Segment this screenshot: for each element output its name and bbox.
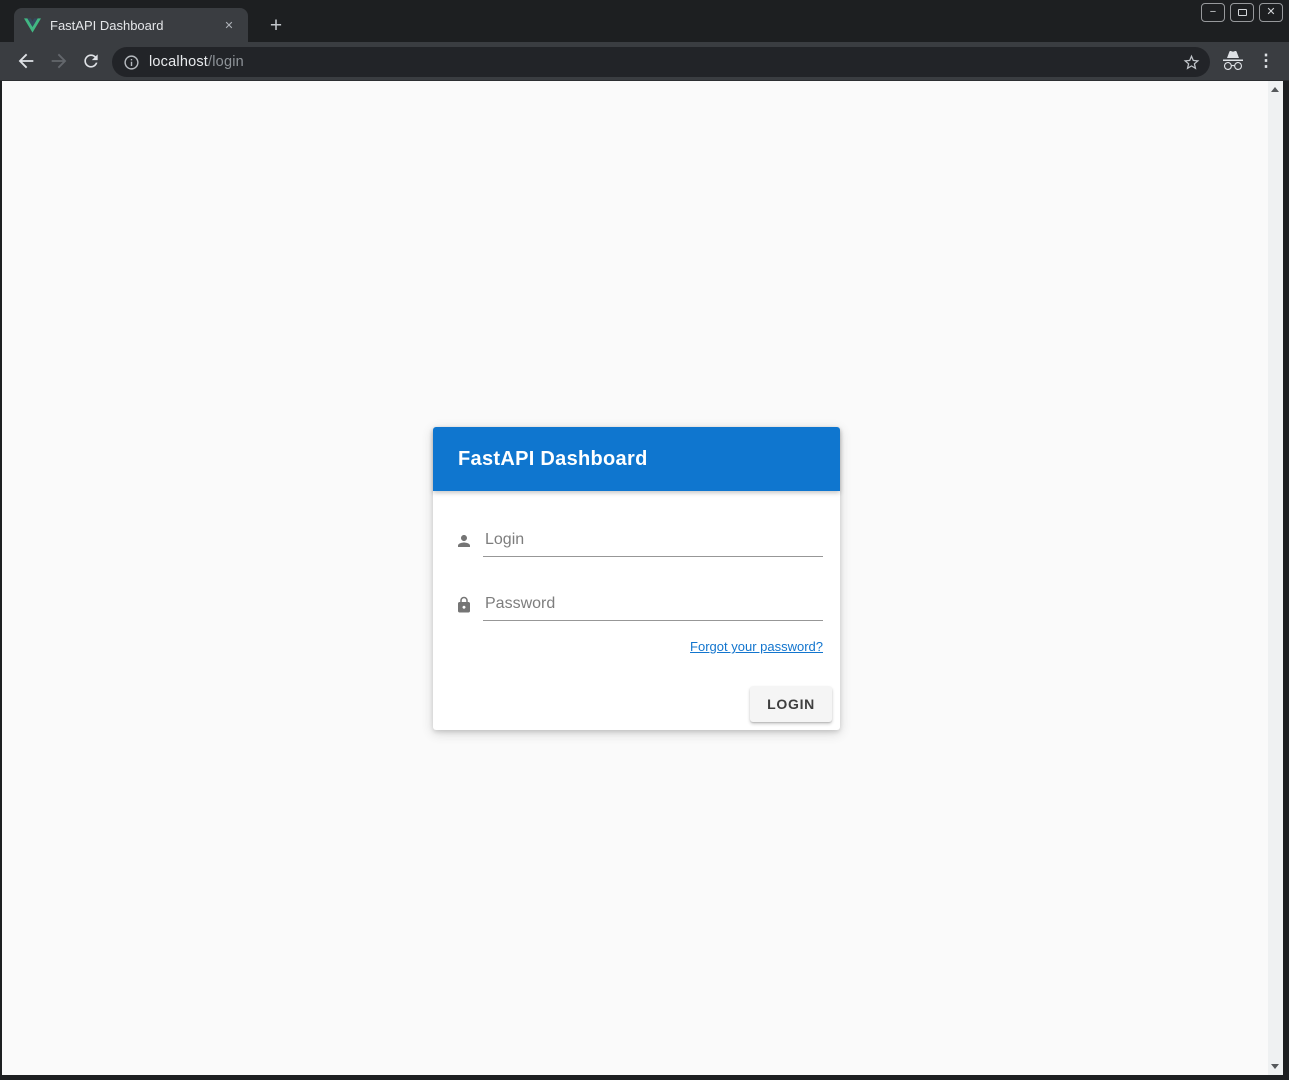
forgot-password-row: Forgot your password? bbox=[433, 638, 823, 656]
tab-close-icon[interactable]: ✕ bbox=[220, 16, 238, 34]
login-card-title: FastAPI Dashboard bbox=[458, 448, 648, 471]
window-minimize-button[interactable]: − bbox=[1201, 3, 1225, 22]
login-input[interactable] bbox=[483, 531, 823, 557]
browser-tab-active[interactable]: FastAPI Dashboard ✕ bbox=[14, 8, 248, 42]
browser-window: { "browser": { "window_controls": { "min… bbox=[0, 0, 1289, 1080]
back-button[interactable] bbox=[15, 50, 37, 72]
close-icon: ✕ bbox=[1266, 7, 1275, 18]
browser-menu-button[interactable]: ⋮ bbox=[1255, 49, 1277, 73]
tab-title: FastAPI Dashboard bbox=[50, 18, 220, 33]
url-text: localhost/login bbox=[149, 54, 1182, 70]
password-field-row bbox=[455, 579, 823, 621]
scrollbar-up-arrow-icon[interactable] bbox=[1271, 87, 1279, 92]
address-bar[interactable]: localhost/login bbox=[112, 47, 1210, 77]
login-card: FastAPI Dashboard Forgot your password? … bbox=[433, 427, 840, 730]
new-tab-button[interactable]: + bbox=[262, 12, 290, 40]
page-info-icon[interactable] bbox=[123, 54, 140, 71]
bookmark-star-icon[interactable] bbox=[1182, 53, 1201, 72]
login-button[interactable]: LOGIN bbox=[750, 686, 832, 722]
login-field-row bbox=[455, 515, 823, 557]
forgot-password-link[interactable]: Forgot your password? bbox=[690, 639, 823, 654]
card-actions: LOGIN bbox=[433, 686, 832, 722]
login-card-header: FastAPI Dashboard bbox=[433, 427, 840, 491]
url-host: localhost bbox=[149, 54, 208, 70]
page-content: FastAPI Dashboard Forgot your password? … bbox=[2, 81, 1283, 1075]
person-icon bbox=[455, 532, 473, 550]
vue-logo-favicon bbox=[24, 18, 41, 33]
window-maximize-button[interactable] bbox=[1230, 3, 1254, 22]
window-controls: − ✕ bbox=[1201, 3, 1283, 22]
incognito-icon bbox=[1221, 49, 1245, 73]
scrollbar-down-arrow-icon[interactable] bbox=[1271, 1064, 1279, 1069]
lock-icon bbox=[455, 596, 473, 614]
tab-bar: FastAPI Dashboard ✕ + − ✕ bbox=[0, 0, 1289, 42]
password-input[interactable] bbox=[483, 595, 823, 621]
maximize-icon bbox=[1238, 9, 1247, 16]
page-scrollbar[interactable] bbox=[1268, 81, 1283, 1075]
minimize-icon: − bbox=[1210, 7, 1216, 18]
forward-button[interactable] bbox=[48, 50, 70, 72]
url-path: /login bbox=[208, 54, 244, 70]
reload-button[interactable] bbox=[81, 51, 101, 71]
window-close-button[interactable]: ✕ bbox=[1259, 3, 1283, 22]
